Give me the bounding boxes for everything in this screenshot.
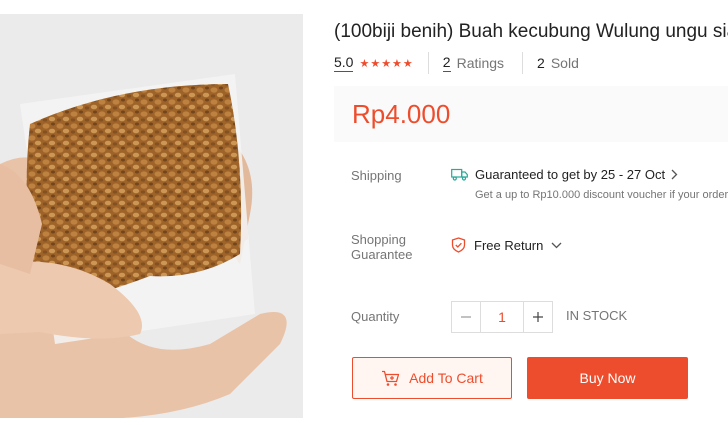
quantity-label: Quantity bbox=[351, 309, 400, 324]
star-rating-icon: ★★★★★ bbox=[359, 57, 414, 70]
price-panel: Rp4.000 bbox=[334, 86, 728, 142]
shipping-label: Shipping bbox=[351, 168, 402, 183]
chevron-down-icon bbox=[551, 242, 562, 249]
plus-icon bbox=[533, 312, 543, 322]
shopping-guarantee-label-line1: Shopping bbox=[351, 232, 406, 247]
shipping-guarantee-text: Guaranteed to get by 25 - 27 Oct bbox=[475, 167, 666, 182]
shield-icon bbox=[451, 237, 466, 253]
increase-button[interactable] bbox=[524, 302, 552, 332]
ratings-label: Ratings bbox=[456, 55, 505, 71]
quantity-stepper: 1 bbox=[451, 301, 553, 333]
shopping-guarantee-label-line2: Guarantee bbox=[351, 247, 413, 262]
rating-score[interactable]: 5.0 bbox=[334, 54, 354, 72]
buy-now-button[interactable]: Buy Now bbox=[527, 357, 688, 399]
sold-count: 2 bbox=[537, 55, 545, 71]
free-return-dropdown[interactable]: Free Return bbox=[451, 237, 562, 253]
product-image[interactable] bbox=[0, 14, 303, 418]
free-return-text: Free Return bbox=[474, 237, 544, 253]
divider bbox=[522, 52, 524, 74]
product-price: Rp4.000 bbox=[352, 99, 451, 129]
chevron-right-icon bbox=[671, 169, 678, 180]
minus-icon bbox=[461, 316, 471, 318]
shopping-guarantee-label: Shopping Guarantee bbox=[351, 232, 412, 262]
rating-summary: 5.0 ★★★★★ 2 Ratings 2 Sold bbox=[334, 52, 597, 74]
cart-icon bbox=[381, 370, 400, 387]
sold-label: Sold bbox=[550, 55, 579, 71]
voucher-text: Get a up to Rp10.000 discount voucher if… bbox=[475, 189, 728, 201]
decrease-button[interactable] bbox=[452, 302, 480, 332]
product-title: (100biji benih) Buah kecubung Wulung ung… bbox=[334, 21, 728, 42]
truck-icon bbox=[451, 168, 468, 181]
divider bbox=[427, 52, 429, 74]
add-to-cart-button[interactable]: Add To Cart bbox=[352, 357, 512, 399]
add-to-cart-label: Add To Cart bbox=[409, 370, 483, 386]
ratings-count[interactable]: 2 bbox=[442, 54, 451, 72]
stock-status: IN STOCK bbox=[566, 308, 628, 323]
shipping-guarantee[interactable]: Guaranteed to get by 25 - 27 Oct bbox=[451, 167, 678, 182]
quantity-input[interactable]: 1 bbox=[480, 302, 524, 332]
